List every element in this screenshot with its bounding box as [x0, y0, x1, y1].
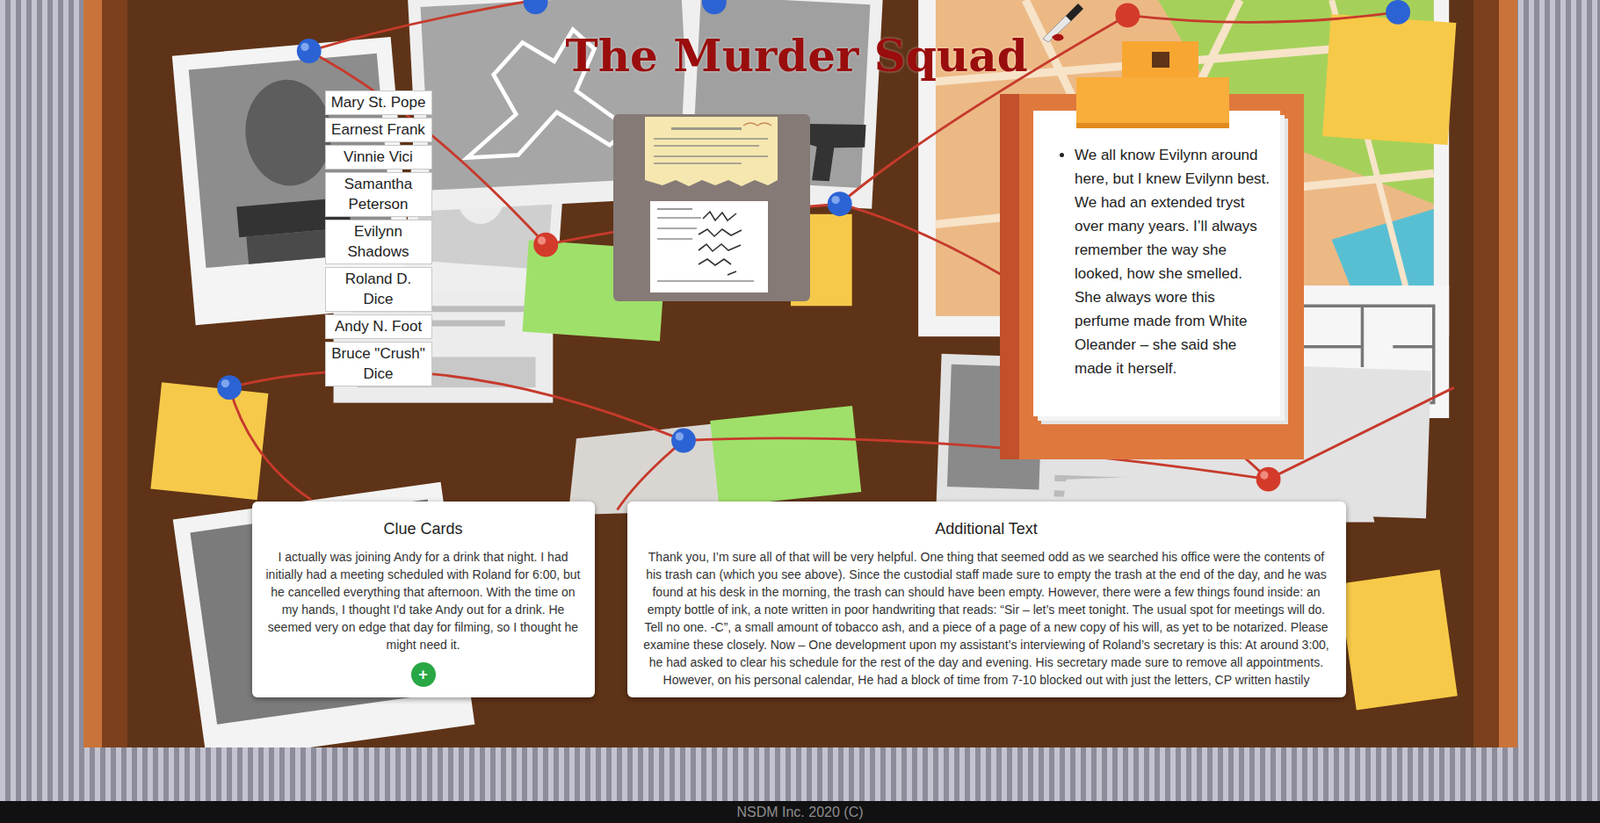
- suspect-button[interactable]: Andy N. Foot: [325, 314, 433, 340]
- additional-text-panel[interactable]: Additional Text Thank you, I’m sure all o…: [627, 501, 1347, 698]
- testimony-item: We all know Evilynn around here, but I k…: [1074, 143, 1272, 381]
- sticky-note: [150, 382, 268, 500]
- clue-cards-panel[interactable]: Clue Cards I actually was joining Andy fo…: [252, 501, 595, 698]
- testimony-scroll[interactable]: We all know Evilynn around here, but I k…: [1052, 143, 1272, 401]
- suspect-button[interactable]: Mary St. Pope: [325, 90, 433, 116]
- handwritten-note-thumbnail[interactable]: [650, 201, 768, 293]
- footer: NSDM Inc. 2020 (C): [0, 801, 1600, 823]
- suspect-button[interactable]: Bruce "Crush" Dice: [325, 341, 433, 387]
- sticky-note: [709, 405, 862, 507]
- suspect-button[interactable]: Earnest Frank: [325, 117, 433, 143]
- suspect-button[interactable]: Roland D. Dice: [325, 267, 433, 312]
- clue-card-text: I actually was joining Andy for a drink …: [266, 548, 581, 654]
- additional-text-body: Thank you, I’m sure all of that will be …: [639, 548, 1334, 689]
- suspect-button[interactable]: Vinnie Vici: [325, 144, 433, 170]
- suspect-button[interactable]: Samantha Peterson: [325, 172, 433, 218]
- bloody-knife-icon: [1039, 1, 1089, 43]
- sticky-note: [1322, 14, 1456, 145]
- testimony-clipboard: We all know Evilynn around here, but I k…: [999, 41, 1304, 460]
- suspect-button[interactable]: Evilynn Shadows: [325, 219, 433, 265]
- game-title: The Murder Squad: [565, 29, 1029, 83]
- evidence-board: The Murder Squad Mary St. PopeEarnest Fr…: [83, 0, 1518, 748]
- sticky-note: [1338, 570, 1457, 711]
- push-pin-icon: [217, 0, 1411, 493]
- evidence-panel: [613, 114, 811, 302]
- additional-text-title: Additional Text: [639, 517, 1334, 542]
- add-clue-button[interactable]: +: [411, 662, 436, 688]
- clue-cards-title: Clue Cards: [266, 517, 581, 542]
- evidence-document-thumbnail[interactable]: [644, 116, 778, 188]
- red-string: [229, 0, 1455, 510]
- testimony-list: We all know Evilynn around here, but I k…: [1052, 143, 1272, 381]
- suspect-list: Mary St. PopeEarnest FrankVinnie ViciSam…: [325, 90, 433, 387]
